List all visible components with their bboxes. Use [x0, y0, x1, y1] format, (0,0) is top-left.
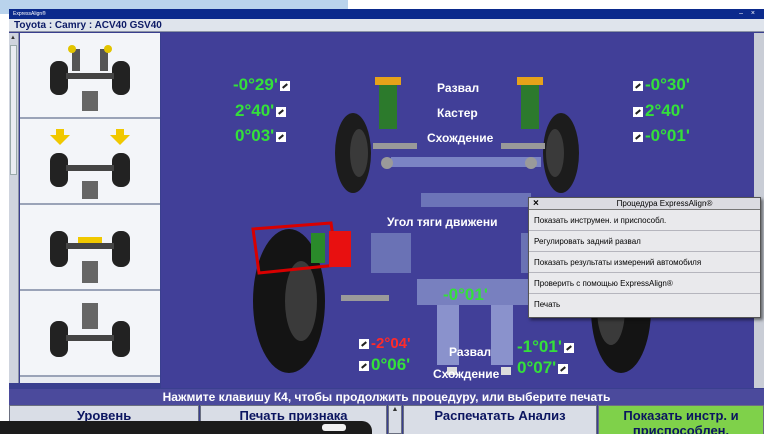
rear-right-camber: -1°01' — [517, 337, 576, 357]
menu-title: Процедура ExpressAlign® — [616, 199, 713, 208]
rear-right-toe-value: 0°07' — [517, 358, 557, 377]
front-left-camber-value: -0°29' — [233, 75, 278, 94]
edit-icon[interactable] — [279, 80, 290, 91]
procedure-step-list — [20, 33, 160, 383]
step-steering-center[interactable] — [20, 205, 160, 291]
front-left-caster-value: 2°40' — [235, 101, 275, 120]
menu-item-verify-expressalign[interactable]: Проверить с помощью ExpressAlign® — [529, 273, 760, 294]
window-title: ExpressAlign® — [13, 11, 46, 17]
edit-icon[interactable] — [563, 342, 574, 353]
rear-toe-label: Схождение — [433, 367, 500, 381]
taskbar-indicator[interactable] — [322, 424, 346, 431]
edit-icon[interactable] — [633, 80, 643, 91]
front-right-wheel-graphic — [501, 77, 579, 193]
front-right-camber: -0°30' — [631, 75, 690, 95]
toe-icon[interactable] — [633, 131, 643, 142]
rear-left-camber-value: -2°04' — [371, 335, 411, 352]
screen: ExpressAlign® – × Toyota : Camry : ACV40… — [0, 0, 764, 434]
front-caster-label: Кастер — [437, 106, 478, 120]
thrust-angle-label: Угол тяги движени — [387, 215, 498, 229]
alignment-window: ExpressAlign® – × Toyota : Camry : ACV40… — [9, 9, 764, 434]
scroll-up-icon[interactable]: ▲ — [10, 35, 16, 41]
rear-wheels-icon — [50, 303, 130, 357]
caster-adjust-icon — [50, 129, 130, 199]
edit-icon[interactable] — [276, 106, 287, 117]
thrust-angle-value: -0°01' — [443, 285, 488, 304]
edit-icon[interactable] — [558, 363, 569, 374]
step-rear-axle[interactable] — [20, 291, 160, 377]
vehicle-bar: Toyota : Camry : ACV40 GSV40 — [9, 19, 764, 32]
menu-titlebar: × Процедура ExpressAlign® — [529, 198, 760, 210]
front-right-caster-value: 2°40' — [645, 101, 685, 120]
step-list-scrollbar[interactable]: ▲ — [9, 33, 19, 383]
window-controls[interactable]: – × — [739, 9, 758, 19]
steering-rack-icon — [50, 231, 130, 283]
rear-left-toe-value: 0°06' — [371, 355, 411, 374]
rear-right-camber-value: -1°01' — [517, 337, 562, 356]
edit-icon[interactable] — [359, 360, 369, 371]
front-right-toe-value: -0°01' — [645, 126, 690, 145]
step-front-camber[interactable] — [20, 33, 160, 119]
menu-item-show-tools[interactable]: Показать инструмен. и приспособл. — [529, 210, 760, 231]
toe-icon[interactable] — [276, 131, 287, 142]
print-analysis-button[interactable]: Распечатать Анализ — [403, 405, 597, 434]
front-right-caster: 2°40' — [631, 101, 684, 121]
rear-camber-label: Развал — [449, 345, 492, 359]
front-right-camber-value: -0°30' — [645, 75, 690, 94]
edit-icon[interactable] — [359, 339, 369, 350]
front-left-camber: -0°29' — [233, 75, 292, 95]
menu-item-adjust-rear-camber[interactable]: Регулировать задний развал — [529, 231, 760, 252]
front-left-wheel-graphic — [335, 77, 417, 193]
rear-left-camber: -2°04' — [357, 335, 411, 352]
window-titlebar: ExpressAlign® – × — [9, 9, 764, 19]
taskbar — [0, 421, 372, 434]
front-left-caster: 2°40' — [235, 101, 288, 121]
expressalign-procedure-menu: × Процедура ExpressAlign® Показать инстр… — [528, 197, 761, 318]
front-left-toe-value: 0°03' — [235, 126, 275, 145]
menu-item-show-measurements[interactable]: Показать результаты измерений автомобиля — [529, 252, 760, 273]
status-message: Нажмите клавишу К4, чтобы продолжить про… — [9, 389, 764, 405]
front-camber-label: Развал — [437, 81, 480, 95]
rear-right-toe: 0°07' — [517, 358, 570, 378]
rear-left-toe: 0°06' — [357, 355, 410, 375]
scroll-buttons[interactable]: ▲ — [388, 405, 402, 434]
scrollbar-thumb[interactable] — [10, 45, 17, 175]
edit-icon[interactable] — [633, 106, 643, 117]
show-tools-button[interactable]: Показать инстр. и приспособлен. — [598, 405, 764, 434]
step-front-caster[interactable] — [20, 119, 160, 205]
front-wheels-icon — [50, 45, 130, 111]
vehicle-name: Toyota : Camry : ACV40 GSV40 — [14, 20, 162, 31]
front-right-toe: -0°01' — [631, 126, 690, 146]
front-left-toe: 0°03' — [235, 126, 288, 146]
menu-item-print[interactable]: Печать — [529, 294, 760, 315]
front-toe-label: Схождение — [427, 131, 494, 145]
